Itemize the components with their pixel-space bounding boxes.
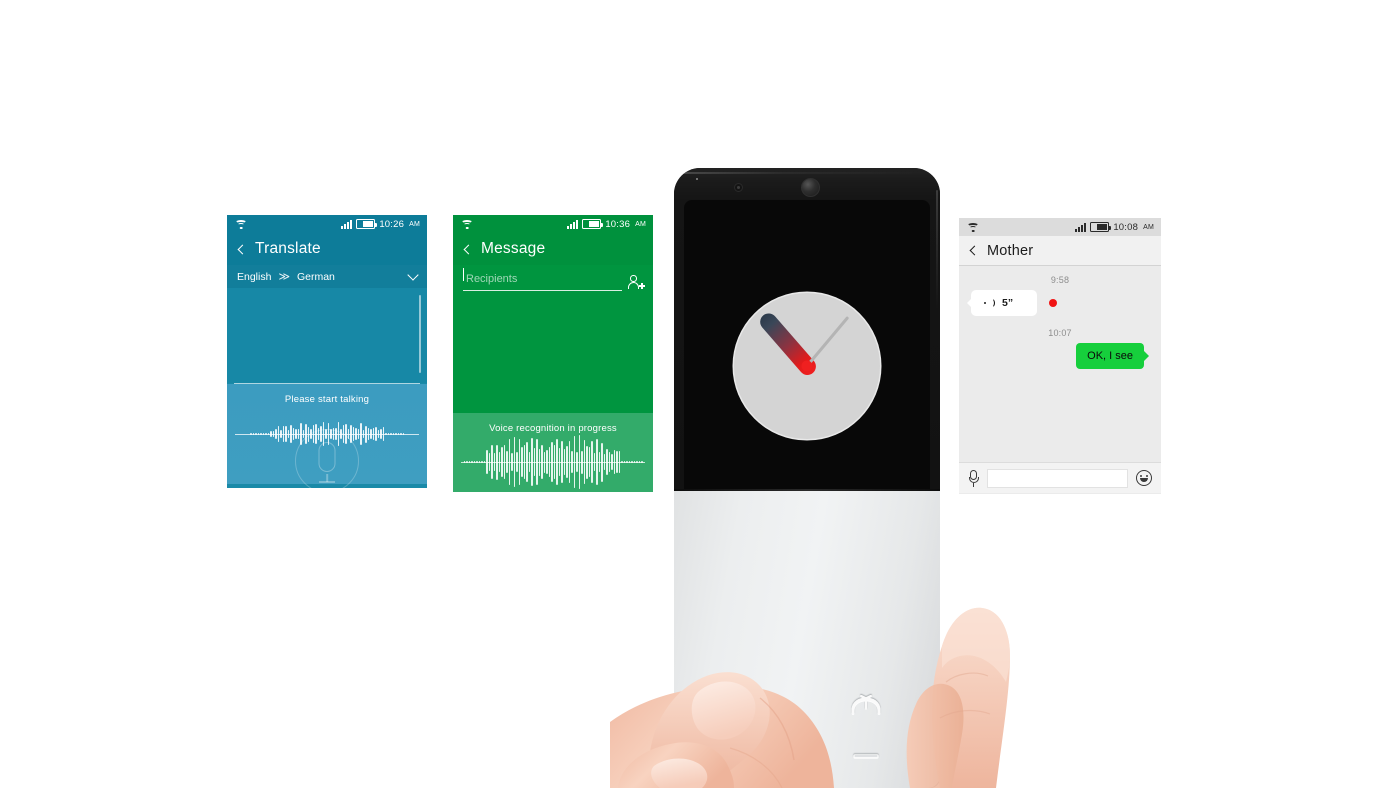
signal-bars-icon xyxy=(1075,222,1087,232)
smiley-face-icon[interactable] xyxy=(1136,470,1152,486)
key-answer-call[interactable] xyxy=(725,685,771,725)
phone-keypad xyxy=(674,489,940,788)
statusbar-ampm: AM xyxy=(635,220,646,228)
statusbar-right-group: 10:36 AM xyxy=(567,219,646,230)
chevron-down-icon[interactable] xyxy=(407,269,419,281)
chevron-left-icon[interactable] xyxy=(969,245,980,256)
phone-upper-black-section xyxy=(674,168,940,490)
camera-icon xyxy=(801,178,820,197)
sound-wave-icon xyxy=(984,297,996,309)
chat-screen: 10:08 AM Mother 9:58 5” 10:07 OK, I see xyxy=(959,218,1161,494)
microphone-icon[interactable] xyxy=(968,469,979,487)
vertical-scrollbar[interactable] xyxy=(419,295,421,373)
waveform-icon xyxy=(227,384,427,484)
index-finger xyxy=(931,607,1010,788)
message-row-incoming: 5” xyxy=(971,290,1149,316)
recipients-placeholder: Recipients xyxy=(466,273,518,285)
translate-statusbar: 10:26 AM xyxy=(227,215,427,233)
translation-textarea[interactable] xyxy=(227,288,427,383)
battery-icon xyxy=(582,219,604,229)
text-message-bubble[interactable]: OK, I see xyxy=(1076,343,1144,369)
wifi-icon xyxy=(235,219,247,230)
waveform-icon xyxy=(453,413,653,492)
clock-center-cap xyxy=(801,360,813,372)
key-volume-up[interactable] xyxy=(725,736,771,776)
statusbar-right-group: 10:26 AM xyxy=(341,219,420,230)
statusbar-ampm: AM xyxy=(409,220,420,228)
chat-message-list: 9:58 5” 10:07 OK, I see xyxy=(959,266,1161,462)
recipients-input[interactable]: Recipients xyxy=(463,268,622,291)
battery-icon xyxy=(1090,222,1112,232)
voice-duration: 5” xyxy=(1002,297,1014,309)
crease xyxy=(945,672,989,683)
bezel-highlight xyxy=(682,172,932,174)
language-arrow-icon: ≫ xyxy=(278,271,290,283)
voice-message-bubble[interactable]: 5” xyxy=(971,290,1038,316)
chat-input-bar xyxy=(959,462,1161,493)
signal-bars-icon xyxy=(567,219,579,229)
statusbar-time: 10:26 xyxy=(379,218,405,230)
message-navbar: Message xyxy=(453,233,653,265)
message-voice-panel[interactable]: Voice recognition in progress xyxy=(453,413,653,492)
add-person-icon[interactable] xyxy=(628,275,645,290)
text-caret xyxy=(463,268,464,281)
statusbar-ampm: AM xyxy=(1143,223,1154,231)
statusbar-right-group: 10:08 AM xyxy=(1075,222,1154,233)
translate-voice-panel[interactable]: Please start talking xyxy=(227,384,427,488)
statusbar-time: 10:36 xyxy=(605,218,631,230)
phone-handset-icon xyxy=(733,697,763,713)
crease xyxy=(939,709,991,719)
scene: 10:26 AM Translate English ≫ German Plea… xyxy=(0,0,1400,788)
page-title: Message xyxy=(481,240,546,257)
bezel-highlight-right xyxy=(936,190,938,310)
translate-screen: 10:26 AM Translate English ≫ German Plea… xyxy=(227,215,427,488)
chevron-left-icon[interactable] xyxy=(237,244,248,254)
minus-icon xyxy=(853,751,879,761)
translate-navbar: Translate xyxy=(227,233,427,265)
chat-text-input[interactable] xyxy=(987,468,1128,488)
chevron-left-icon[interactable] xyxy=(463,244,474,254)
source-language[interactable]: English xyxy=(237,271,271,283)
recipients-row: Recipients xyxy=(453,265,653,294)
page-title: Translate xyxy=(255,240,321,257)
language-selector[interactable]: English ≫ German xyxy=(227,265,427,288)
contact-name: Mother xyxy=(987,242,1034,259)
message-timestamp: 9:58 xyxy=(1050,275,1070,285)
phone-display[interactable] xyxy=(684,200,930,490)
wifi-icon xyxy=(967,222,979,233)
corner-specular-dot xyxy=(696,178,698,180)
index-finger-highlight xyxy=(942,607,1010,682)
clock-minute-hand xyxy=(805,316,850,367)
target-language[interactable]: German xyxy=(297,271,335,283)
chat-navbar: Mother xyxy=(959,236,1161,266)
key-end-call[interactable] xyxy=(843,685,889,725)
plus-icon xyxy=(735,743,761,769)
phone-hangup-icon xyxy=(850,695,882,715)
key-volume-down[interactable] xyxy=(843,736,889,776)
phone-device xyxy=(674,168,940,788)
signal-bars-icon xyxy=(341,219,353,229)
message-statusbar: 10:36 AM xyxy=(453,215,653,233)
message-screen: 10:36 AM Message Recipients Voice recogn… xyxy=(453,215,653,492)
clock-face xyxy=(734,293,880,439)
wifi-icon xyxy=(461,219,473,230)
message-row-outgoing: OK, I see xyxy=(971,343,1149,369)
message-timestamp: 10:07 xyxy=(1048,328,1072,338)
battery-icon xyxy=(356,219,378,229)
chat-statusbar: 10:08 AM xyxy=(959,218,1161,236)
statusbar-time: 10:08 xyxy=(1113,221,1139,233)
message-compose-body[interactable] xyxy=(453,294,653,413)
proximity-sensor-icon xyxy=(734,183,743,192)
unread-indicator-dot xyxy=(1049,299,1058,307)
